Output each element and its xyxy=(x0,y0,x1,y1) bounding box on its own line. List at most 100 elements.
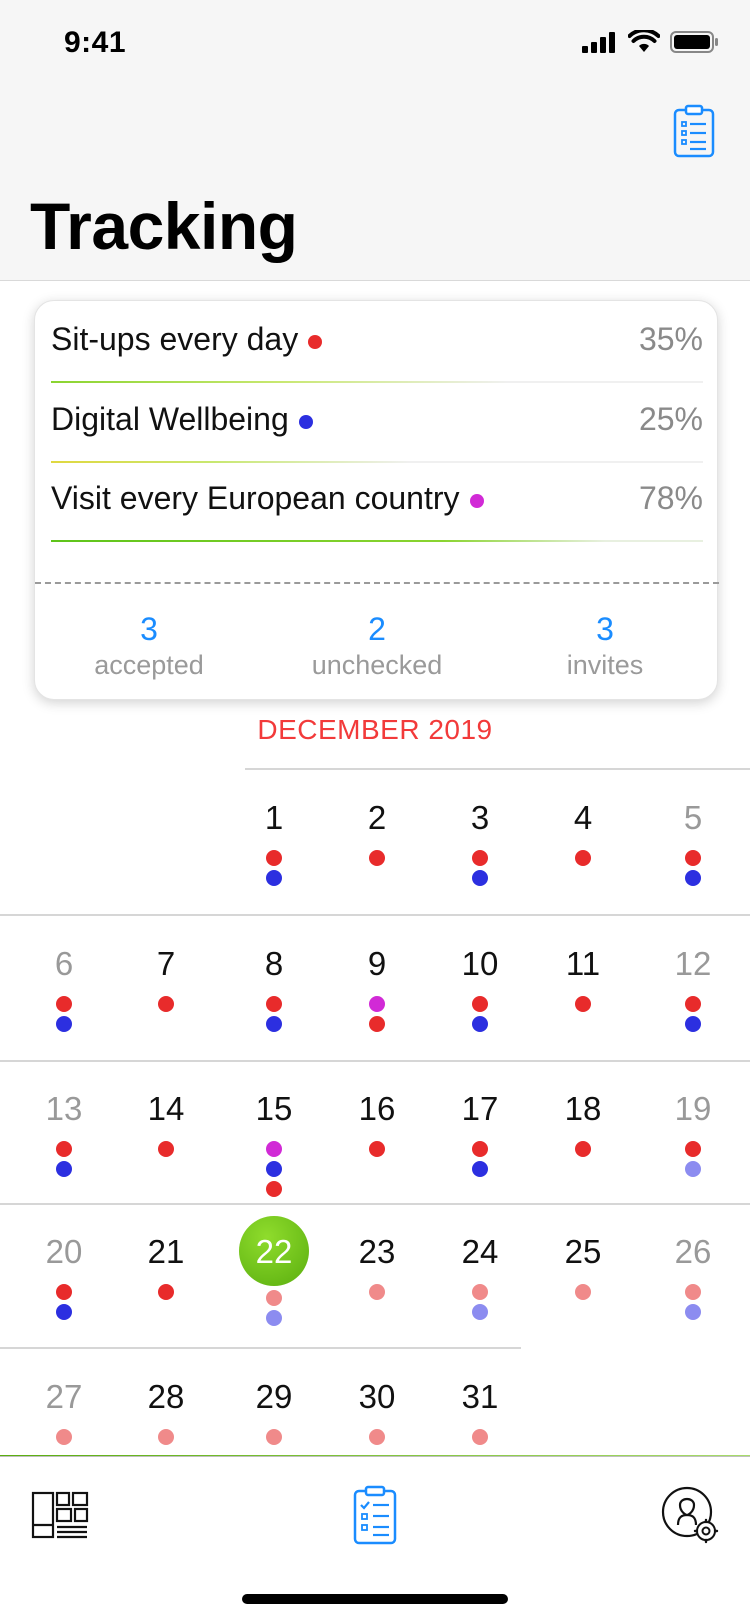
calendar-day-number: 21 xyxy=(147,1233,185,1270)
calendar-day[interactable]: 2 xyxy=(327,798,427,866)
calendar-day-dots xyxy=(14,1429,114,1445)
calendar-day[interactable]: 15 xyxy=(224,1089,324,1197)
tracking-screen: 9:41 Tracking Sit-ups every day 35% Digi… xyxy=(0,0,750,1624)
goal-row[interactable]: Digital Wellbeing 25% xyxy=(51,381,703,463)
goal-name: Visit every European country xyxy=(51,480,460,516)
battery-icon xyxy=(670,31,718,53)
calendar-day[interactable]: 18 xyxy=(533,1089,633,1157)
calendar-day-number: 14 xyxy=(147,1090,185,1127)
calendar-day[interactable]: 3 xyxy=(430,798,530,886)
goal-progress-bar xyxy=(51,540,703,542)
calendar-day-number: 13 xyxy=(45,1090,83,1127)
calendar-day-number: 24 xyxy=(461,1233,499,1270)
calendar-row-separator xyxy=(245,768,750,770)
calendar-day[interactable]: 7 xyxy=(116,944,216,1012)
calendar-row-separator xyxy=(0,914,750,916)
calendar-day-number: 11 xyxy=(565,945,601,982)
stat-accepted[interactable]: 3 accepted xyxy=(35,611,263,683)
calendar-day[interactable]: 5 xyxy=(643,798,743,886)
calendar-day[interactable]: 13 xyxy=(14,1089,114,1177)
stat-unchecked[interactable]: 2 unchecked xyxy=(263,611,491,683)
activity-dot xyxy=(266,850,282,866)
activity-dot xyxy=(266,1141,282,1157)
calendar-day-dots xyxy=(643,1141,743,1177)
page-title: Tracking xyxy=(30,189,298,263)
calendar-day[interactable]: 21 xyxy=(116,1232,216,1300)
calendar-day[interactable]: 28 xyxy=(116,1377,216,1445)
clipboard-list-icon[interactable] xyxy=(345,1485,405,1545)
dashed-divider xyxy=(35,582,719,584)
calendar-day[interactable]: 14 xyxy=(116,1089,216,1157)
goal-row[interactable]: Visit every European country 78% xyxy=(51,460,703,542)
activity-dot xyxy=(56,1141,72,1157)
calendar-day-dots xyxy=(533,850,633,866)
calendar-day-dots xyxy=(430,1141,530,1177)
calendar-day[interactable]: 19 xyxy=(643,1089,743,1177)
activity-dot xyxy=(158,996,174,1012)
calendar-day[interactable]: 1 xyxy=(224,798,324,886)
calendar-day-number: 23 xyxy=(358,1233,396,1270)
calendar-day-dots xyxy=(643,850,743,886)
activity-dot xyxy=(369,1016,385,1032)
stat-label: unchecked xyxy=(311,650,443,680)
calendar-day[interactable]: 31 xyxy=(430,1377,530,1445)
calendar-row-separator xyxy=(0,1347,521,1349)
goal-name: Digital Wellbeing xyxy=(51,401,289,437)
goal-color-dot xyxy=(308,334,323,349)
profile-settings-icon[interactable] xyxy=(660,1485,720,1545)
calendar-day-number: 2 xyxy=(367,799,387,836)
calendar-day[interactable]: 29 xyxy=(224,1377,324,1445)
activity-dot xyxy=(575,1284,591,1300)
calendar-row-separator xyxy=(0,1060,750,1062)
calendar-day-dots xyxy=(116,996,216,1012)
activity-dot xyxy=(369,850,385,866)
activity-dot xyxy=(158,1429,174,1445)
calendar-month-label: DECEMBER 2019 xyxy=(257,714,493,745)
calendar-day-dots xyxy=(430,1429,530,1445)
calendar-day-number: 7 xyxy=(156,945,176,982)
calendar-day[interactable]: 12 xyxy=(643,944,743,1032)
calendar-day[interactable]: 17 xyxy=(430,1089,530,1177)
activity-dot xyxy=(266,1181,282,1197)
calendar-day[interactable]: 26 xyxy=(643,1232,743,1320)
goal-row[interactable]: Sit-ups every day 35% xyxy=(51,301,703,383)
calendar-day-dots xyxy=(327,1141,427,1157)
calendar-day[interactable]: 6 xyxy=(14,944,114,1032)
activity-dot xyxy=(158,1284,174,1300)
calendar-day-number: 19 xyxy=(674,1090,712,1127)
activity-dot xyxy=(575,850,591,866)
calendar-day[interactable]: 4 xyxy=(533,798,633,866)
calendar-day-dots xyxy=(116,1141,216,1157)
dashboard-icon[interactable] xyxy=(30,1485,90,1545)
calendar-day[interactable]: 9 xyxy=(327,944,427,1032)
calendar-day-dots xyxy=(224,1429,324,1445)
clipboard-list-icon[interactable] xyxy=(672,104,716,158)
calendar-day[interactable]: 20 xyxy=(14,1232,114,1320)
calendar-day[interactable]: 11 xyxy=(533,944,633,1012)
stat-label: invites xyxy=(566,650,644,680)
calendar-day[interactable]: 27 xyxy=(14,1377,114,1445)
calendar-day[interactable]: 22 xyxy=(224,1216,324,1326)
activity-dot xyxy=(158,1141,174,1157)
calendar-day[interactable]: 24 xyxy=(430,1232,530,1320)
activity-dot xyxy=(369,1429,385,1445)
calendar-day[interactable]: 23 xyxy=(327,1232,427,1300)
calendar-day[interactable]: 25 xyxy=(533,1232,633,1300)
wifi-icon xyxy=(628,30,660,52)
stat-value: 3 xyxy=(140,611,158,647)
stat-invites[interactable]: 3 invites xyxy=(491,611,719,683)
calendar-day[interactable]: 10 xyxy=(430,944,530,1032)
calendar-day[interactable]: 30 xyxy=(327,1377,427,1445)
activity-dot xyxy=(472,996,488,1012)
calendar-day[interactable]: 8 xyxy=(224,944,324,1032)
calendar-day-number: 8 xyxy=(264,945,284,982)
calendar-day-dots xyxy=(116,1429,216,1445)
activity-dot xyxy=(685,850,701,866)
calendar-day-dots xyxy=(430,996,530,1032)
calendar-day-dots xyxy=(430,1284,530,1320)
activity-dot xyxy=(369,996,385,1012)
activity-dot xyxy=(56,996,72,1012)
calendar-day-number: 26 xyxy=(674,1233,712,1270)
calendar-day[interactable]: 16 xyxy=(327,1089,427,1157)
calendar-day-number: 22 xyxy=(255,1233,293,1270)
